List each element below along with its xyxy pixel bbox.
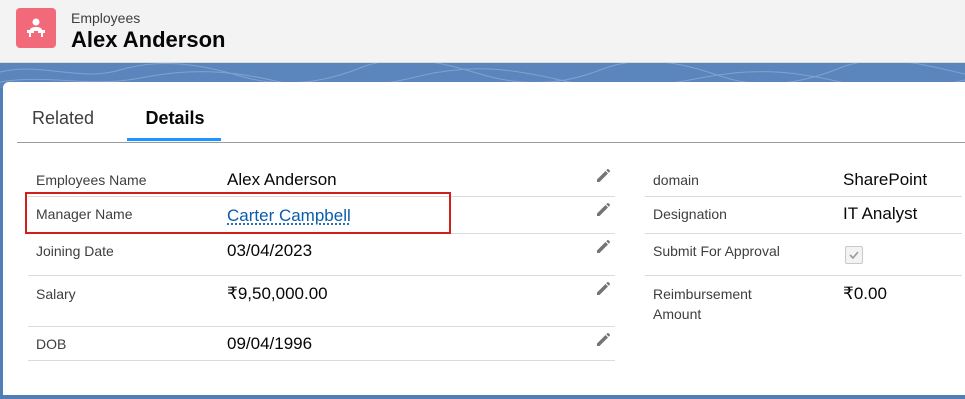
field-label: Designation <box>653 206 727 222</box>
object-type-label: Employees <box>71 10 141 26</box>
pencil-edit-icon[interactable] <box>595 239 611 255</box>
record-header: Employees Alex Anderson <box>0 0 965 63</box>
employee-desk-icon <box>16 8 56 48</box>
field-row-joining-date: Joining Date 03/04/2023 <box>28 233 615 276</box>
submit-for-approval-checkbox <box>845 246 863 264</box>
field-row-salary: Salary ₹9,50,000.00 <box>28 275 615 327</box>
field-row-dob: DOB 09/04/1996 <box>28 326 615 361</box>
field-label: Reimbursement <box>653 286 752 302</box>
field-value: 09/04/1996 <box>227 334 313 353</box>
manager-name-highlight-box <box>25 192 451 234</box>
field-label: DOB <box>36 336 67 352</box>
active-tab-indicator <box>127 138 221 141</box>
field-label: domain <box>653 172 699 188</box>
tab-related[interactable]: Related <box>32 108 94 142</box>
field-value: ₹0.00 <box>843 284 887 303</box>
field-value: SharePoint <box>843 170 928 189</box>
record-title: Alex Anderson <box>71 27 226 52</box>
field-value: Alex Anderson <box>227 170 337 189</box>
field-value: ₹9,50,000.00 <box>227 284 328 303</box>
field-label: Joining Date <box>36 243 114 259</box>
pencil-edit-icon[interactable] <box>595 202 611 218</box>
field-row-domain: domain SharePoint <box>645 159 962 197</box>
field-label: Employees Name <box>36 172 147 188</box>
field-value: IT Analyst <box>843 204 918 223</box>
pencil-edit-icon[interactable] <box>595 281 611 297</box>
pencil-edit-icon[interactable] <box>595 168 611 184</box>
field-label: Salary <box>36 286 76 302</box>
field-row-reimbursement-amount: Reimbursement Amount ₹0.00 <box>645 275 962 326</box>
field-label: Submit For Approval <box>653 243 780 259</box>
field-row-designation: Designation IT Analyst <box>645 196 962 234</box>
field-row-submit-for-approval: Submit For Approval <box>645 233 962 276</box>
tab-details[interactable]: Details <box>127 108 223 142</box>
pencil-edit-icon[interactable] <box>595 332 611 348</box>
check-icon <box>849 251 859 260</box>
field-value: 03/04/2023 <box>227 241 313 260</box>
field-label: Amount <box>653 306 702 322</box>
